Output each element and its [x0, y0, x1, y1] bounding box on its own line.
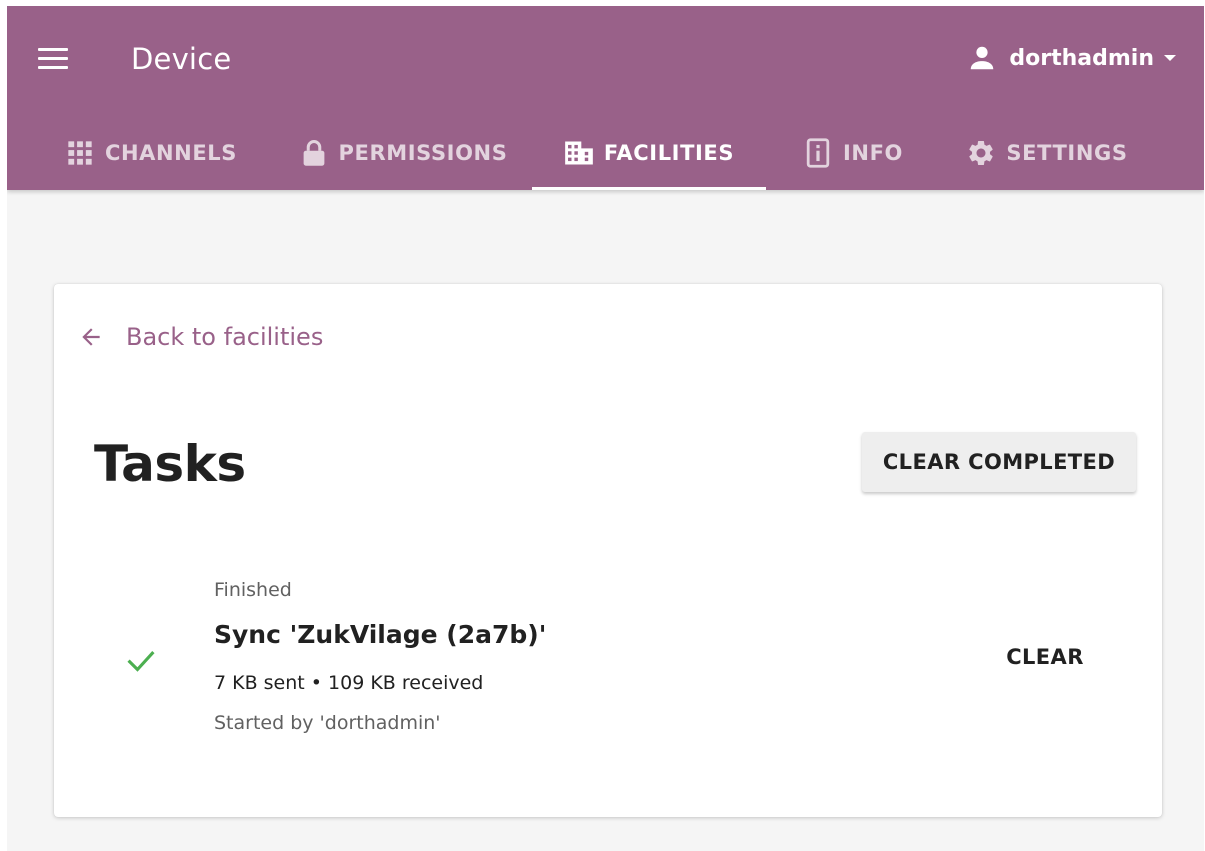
user-menu[interactable]: dorthadmin	[967, 38, 1180, 78]
task-item: Finished Sync 'ZukVilage (2a7b)' 7 KB se…	[54, 564, 1162, 744]
grid-icon	[65, 138, 95, 168]
app-bar: Device dorthadmin CHANNELS PERMISSIONS F…	[7, 6, 1204, 190]
back-to-facilities-link[interactable]: Back to facilities	[78, 323, 323, 351]
person-icon	[971, 46, 994, 70]
tab-settings[interactable]: SETTINGS	[957, 116, 1137, 190]
gear-icon	[966, 138, 996, 168]
tab-label: PERMISSIONS	[338, 141, 508, 165]
tab-label: CHANNELS	[104, 141, 238, 165]
app-title: Device	[131, 42, 232, 76]
active-tab-indicator	[532, 187, 766, 190]
clear-task-button[interactable]: CLEAR	[980, 632, 1110, 682]
hamburger-menu-icon	[38, 48, 68, 51]
caret-down-icon	[1164, 55, 1176, 61]
page-title: Tasks	[94, 435, 246, 493]
info-icon	[803, 138, 833, 168]
nav-tabs: CHANNELS PERMISSIONS FACILITIES INFO SET…	[7, 116, 1204, 190]
back-link-label: Back to facilities	[126, 323, 324, 351]
clear-completed-button[interactable]: CLEAR COMPLETED	[862, 432, 1136, 492]
tab-info[interactable]: INFO	[793, 116, 913, 190]
user-name: dorthadmin	[1009, 45, 1154, 71]
task-transfer-stats: 7 KB sent • 109 KB received	[214, 672, 484, 694]
tab-label: INFO	[843, 141, 903, 165]
task-name: Sync 'ZukVilage (2a7b)'	[214, 620, 547, 649]
tab-facilities[interactable]: FACILITIES	[532, 116, 766, 190]
tasks-card: Back to facilities Tasks CLEAR COMPLETED…	[54, 284, 1162, 817]
task-status: Finished	[214, 579, 292, 601]
tab-label: FACILITIES	[603, 141, 735, 165]
tab-permissions[interactable]: PERMISSIONS	[283, 116, 523, 190]
lock-icon	[299, 138, 329, 168]
menu-button[interactable]	[33, 39, 73, 79]
app-frame: Device dorthadmin CHANNELS PERMISSIONS F…	[7, 6, 1204, 851]
arrow-back-icon	[82, 328, 100, 346]
task-started-by: Started by 'dorthadmin'	[214, 712, 441, 734]
check-icon	[127, 651, 155, 672]
building-icon	[564, 138, 594, 168]
tab-channels[interactable]: CHANNELS	[43, 116, 259, 190]
tab-label: SETTINGS	[1006, 141, 1128, 165]
